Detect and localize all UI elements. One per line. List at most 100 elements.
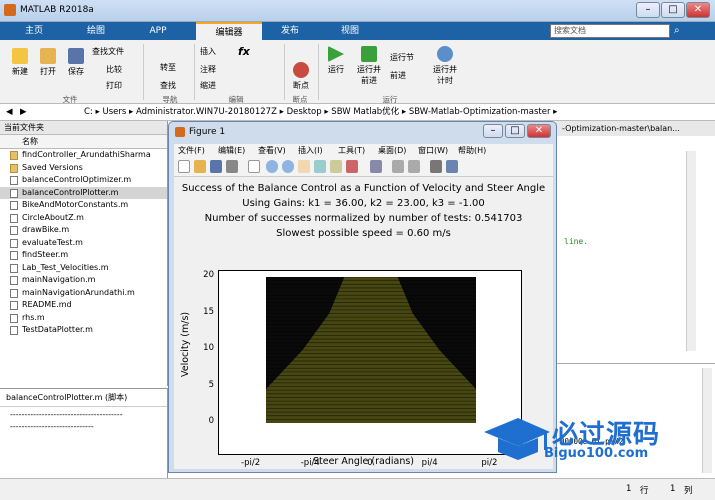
back-icon[interactable]: ◀ (6, 105, 13, 120)
file-list-item[interactable]: rhs.m (0, 312, 167, 325)
run-section-button[interactable]: 运行节 (390, 52, 414, 63)
save-button[interactable]: 保存 (62, 48, 90, 77)
maximize-button[interactable]: □ (661, 2, 685, 18)
tab-view[interactable]: 视图 (326, 22, 374, 40)
file-list-item[interactable]: drawBike.m (0, 224, 167, 237)
file-list-item[interactable]: balanceControlOptimizer.m (0, 174, 167, 187)
tab-plots[interactable]: 绘图 (70, 22, 122, 40)
open-icon[interactable] (194, 160, 206, 173)
file-list-item[interactable]: README.md (0, 299, 167, 312)
tab-apps[interactable]: APP (134, 22, 182, 40)
divider (143, 44, 144, 100)
legend-icon[interactable] (408, 160, 420, 173)
advance-button[interactable]: 前进 (390, 70, 406, 81)
address-bar[interactable]: ◀ ▶ C: ▸ Users ▸ Administrator.WIN7U-201… (0, 105, 715, 121)
name-column-header[interactable]: 名称 (0, 135, 167, 149)
menu-window[interactable]: 窗口(W) (418, 144, 448, 157)
find-button[interactable]: 查找 (160, 80, 176, 91)
data-cursor-icon[interactable] (330, 160, 342, 173)
file-list-item[interactable]: Saved Versions (0, 162, 167, 175)
new-figure-icon[interactable] (178, 160, 190, 173)
tab-publish[interactable]: 发布 (266, 22, 314, 40)
print-button[interactable]: 打印 (106, 80, 122, 91)
file-list-item[interactable]: findController_ArundathiSharma (0, 149, 167, 162)
stopwatch-icon (437, 46, 453, 62)
figure-minimize-button[interactable]: – (483, 124, 503, 138)
run-button[interactable]: 运行 (322, 46, 350, 75)
forward-icon[interactable]: ▶ (20, 105, 27, 120)
link-icon[interactable] (370, 160, 382, 173)
chart-subtitle-2: Number of successes normalized by number… (204, 213, 523, 224)
pan-icon[interactable] (298, 160, 310, 173)
zoom-out-icon[interactable] (282, 160, 294, 173)
file-list-item[interactable]: evaluateTest.m (0, 237, 167, 250)
menu-desktop[interactable]: 桌面(D) (378, 144, 406, 157)
tab-home[interactable]: 主页 (10, 22, 58, 40)
compare-button[interactable]: 比较 (106, 64, 122, 75)
run-advance-button[interactable]: 运行并 前进 (352, 46, 386, 86)
command-scrollbar[interactable] (702, 368, 712, 473)
file-list-item[interactable]: BikeAndMotorConstants.m (0, 199, 167, 212)
graduation-cap-icon (484, 418, 550, 460)
pointer-icon[interactable] (248, 160, 260, 173)
menu-insert[interactable]: 插入(I) (298, 144, 323, 157)
menu-help[interactable]: 帮助(H) (458, 144, 486, 157)
file-list-item[interactable]: CircleAboutZ.m (0, 212, 167, 225)
function-icon[interactable]: fx (238, 45, 250, 58)
group-nav-label: 导航 (162, 95, 178, 104)
menu-file[interactable]: 文件(F) (178, 144, 205, 157)
comment-button[interactable]: 注释 (200, 64, 216, 75)
tab-editor[interactable]: 编辑器 (196, 22, 262, 40)
figure-title-bar[interactable]: Figure 1 – □ ✕ (169, 122, 556, 142)
new-button[interactable]: 新建 (6, 48, 34, 77)
menu-tools[interactable]: 工具(T) (338, 144, 365, 157)
plot-axes[interactable] (218, 270, 522, 455)
rotate-icon[interactable] (314, 160, 326, 173)
file-name: Saved Versions (22, 162, 83, 172)
show-plot-tools-icon[interactable] (446, 160, 458, 173)
menu-view[interactable]: 查看(V) (258, 144, 286, 157)
file-list-item[interactable]: balanceControlPlotter.m (0, 186, 167, 199)
divider (284, 44, 285, 100)
print-icon[interactable] (226, 160, 238, 173)
insert-button[interactable]: 插入 (200, 46, 216, 57)
minimize-button[interactable]: – (636, 2, 660, 18)
indent-button[interactable]: 缩进 (200, 80, 216, 91)
figure-maximize-button[interactable]: □ (505, 124, 525, 138)
group-breakpoints-label: 断点 (292, 95, 308, 104)
col-label: 列 (684, 486, 693, 496)
brush-icon[interactable] (346, 160, 358, 173)
find-files-button[interactable]: 查找文件 (92, 46, 124, 57)
figure-menubar: 文件(F) 编辑(E) 查看(V) 插入(I) 工具(T) 桌面(D) 窗口(W… (174, 144, 553, 157)
search-icon[interactable]: ⌕ (674, 25, 680, 36)
hide-plot-tools-icon[interactable] (430, 160, 442, 173)
watermark-logo: 必过源码 Biguo100.com (482, 412, 682, 464)
file-list-item[interactable]: TestDataPlotter.m (0, 324, 167, 337)
file-name: evaluateTest.m (22, 237, 83, 247)
file-icon (10, 176, 18, 185)
colorbar-icon[interactable] (392, 160, 404, 173)
goto-button[interactable]: 转至 (160, 62, 176, 73)
editor-panel[interactable]: -Optimization-master\balan... line. (556, 121, 715, 361)
editor-scrollbar[interactable] (686, 151, 696, 351)
file-list-item[interactable]: findSteer.m (0, 249, 167, 262)
save-icon[interactable] (210, 160, 222, 173)
file-name: findSteer.m (22, 250, 69, 259)
file-list-item[interactable]: mainNavigationArundathi.m (0, 287, 167, 300)
open-button[interactable]: 打开 (34, 48, 62, 77)
editor-path: -Optimization-master\balan... (556, 121, 715, 136)
file-list-item[interactable]: mainNavigation.m (0, 274, 167, 287)
file-list-item[interactable]: Lab_Test_Velocities.m (0, 262, 167, 275)
close-button[interactable]: ✕ (686, 2, 710, 18)
search-docs-input[interactable]: 搜索文档 (550, 24, 670, 38)
figure-close-button[interactable]: ✕ (527, 124, 551, 138)
zoom-in-icon[interactable] (266, 160, 278, 173)
row-label: 行 (640, 486, 649, 496)
ribbon: 新建 打开 保存 查找文件 比较 打印 文件 转至 查找 导航 插入 fx 注释… (0, 40, 715, 104)
breakpoints-button[interactable]: 断点 (288, 62, 314, 91)
toolstrip-tabs: 主页 绘图 APP 编辑器 发布 视图 搜索文档 ⌕ (0, 22, 715, 40)
menu-edit[interactable]: 编辑(E) (218, 144, 245, 157)
file-name: Lab_Test_Velocities.m (22, 262, 109, 272)
col-value: 1 (670, 484, 676, 494)
run-time-button[interactable]: 运行并 计时 (428, 46, 462, 86)
